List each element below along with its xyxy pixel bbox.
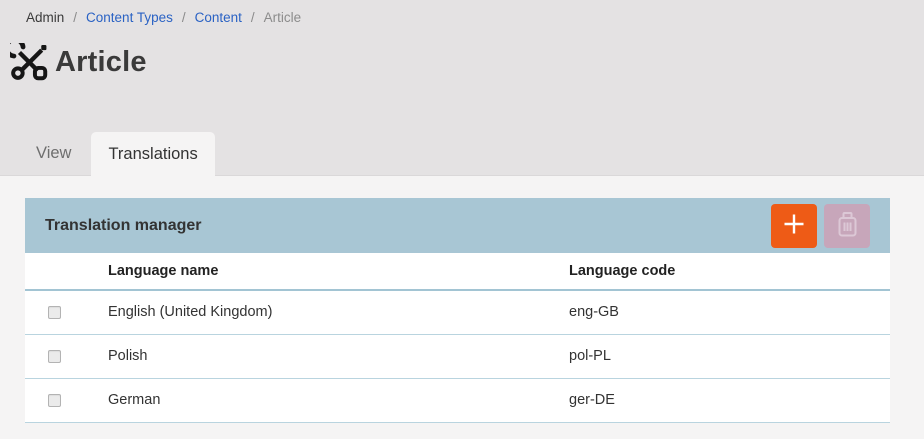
- plus-icon: [781, 211, 807, 240]
- tools-icon: [10, 43, 48, 81]
- title-row: Article: [0, 25, 924, 81]
- language-name-cell: English (United Kingdom): [108, 290, 569, 334]
- column-header-language-name: Language name: [108, 253, 569, 290]
- translation-manager-panel: Translation manager: [25, 198, 890, 423]
- row-checkbox-english[interactable]: [48, 306, 61, 319]
- row-checkbox-polish[interactable]: [48, 350, 61, 363]
- breadcrumb-link-content[interactable]: Content: [195, 10, 242, 25]
- breadcrumb-separator: /: [251, 10, 255, 25]
- panel-title: Translation manager: [45, 217, 771, 235]
- content-area: Translation manager: [0, 176, 924, 423]
- table-row: Polish pol-PL: [25, 334, 890, 378]
- panel-header: Translation manager: [25, 198, 890, 253]
- language-code-cell: pol-PL: [569, 334, 890, 378]
- breadcrumb-separator: /: [73, 10, 77, 25]
- breadcrumb-item-article: Article: [264, 10, 302, 25]
- breadcrumb-separator: /: [182, 10, 186, 25]
- page-title: Article: [55, 46, 147, 79]
- row-checkbox-german[interactable]: [48, 394, 61, 407]
- table-row: English (United Kingdom) eng-GB: [25, 290, 890, 334]
- select-column-header: [25, 253, 108, 290]
- language-name-cell: Polish: [108, 334, 569, 378]
- language-code-cell: eng-GB: [569, 290, 890, 334]
- language-name-cell: German: [108, 378, 569, 422]
- table-header-row: Language name Language code: [25, 253, 890, 290]
- tab-view[interactable]: View: [25, 131, 82, 175]
- add-translation-button[interactable]: [771, 204, 817, 248]
- tab-bar: View Translations: [0, 131, 215, 175]
- trash-icon: [835, 211, 860, 241]
- breadcrumb-item-admin: Admin: [26, 10, 64, 25]
- translations-table: Language name Language code English (Uni…: [25, 253, 890, 423]
- language-code-cell: ger-DE: [569, 378, 890, 422]
- delete-translation-button[interactable]: [824, 204, 870, 248]
- breadcrumb: Admin / Content Types / Content / Articl…: [0, 0, 924, 25]
- table-row: German ger-DE: [25, 378, 890, 422]
- tab-translations[interactable]: Translations: [91, 132, 214, 176]
- column-header-language-code: Language code: [569, 253, 890, 290]
- page-header: Admin / Content Types / Content / Articl…: [0, 0, 924, 176]
- breadcrumb-link-content-types[interactable]: Content Types: [86, 10, 173, 25]
